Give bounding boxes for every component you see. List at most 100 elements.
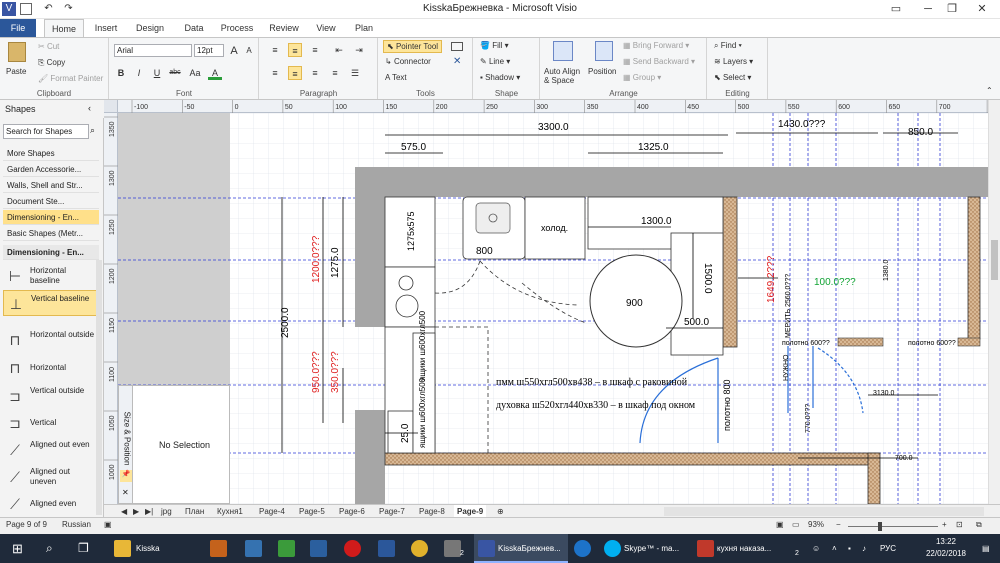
dim-text[interactable]: холод. [541,223,568,233]
dim-text[interactable]: 350.0??? [330,351,341,393]
dim-text[interactable]: полотно 600?? [782,340,830,347]
position-icon[interactable] [595,41,613,61]
master-vertical[interactable]: ⊐ Vertical [3,410,97,436]
macro-icon[interactable]: ▣ [104,520,112,529]
search-icon[interactable]: ⌕ [90,125,95,136]
master-horizontal-outside[interactable]: ⊓ Horizontal outside [3,327,97,353]
font-color-button[interactable]: A [208,66,222,80]
left-wall[interactable] [355,167,385,327]
find-button[interactable]: ⌕ Find ▾ [714,41,742,51]
collapse-ribbon-icon[interactable]: ⌃ [986,86,993,95]
send-backward-button[interactable]: ▦ Send Backward ▾ [623,57,695,66]
dim-text[interactable]: 25.0 [400,423,411,443]
dim-text[interactable]: 1275.0 [330,247,341,278]
app-icon-1[interactable] [210,540,227,557]
chrome-icon[interactable] [411,540,428,557]
dim-text[interactable]: полотно 600?? [908,340,956,347]
close-button[interactable]: ✕ [966,0,998,19]
scroll-thumb[interactable] [991,240,998,280]
dim-text[interactable]: 1380.0 [883,259,890,281]
font-name-field[interactable]: Arial [114,44,192,57]
zoom-in-button[interactable]: + [942,520,947,529]
copy-button[interactable]: ⎘ Copy [38,58,65,68]
more-shapes-button[interactable]: More Shapes [3,146,99,161]
taskbar-item-kisska[interactable]: Kisska [136,534,160,563]
stencil-garden[interactable]: Garden Accessorie... [3,162,99,177]
dim-text[interactable]: 1200.0??? [311,235,322,283]
clock-date[interactable]: 22/02/2018 [914,546,978,563]
left-wall-lower[interactable] [355,410,385,504]
dim-text[interactable]: 575.0 [401,142,426,153]
dim-text[interactable]: 100.0??? [814,277,856,288]
cut-button[interactable]: ✂ Cut [38,42,59,51]
master-vertical-baseline[interactable]: ⊥ Vertical baseline [3,290,97,316]
view-normal-icon[interactable]: ▣ [776,520,784,529]
taskbar-item-kitchen[interactable]: кухня наказа... [717,534,771,563]
dim-text[interactable]: 1430.0??? [778,119,826,130]
fit-page-icon[interactable]: ⊡ [956,520,963,529]
stencil-dimensioning[interactable]: Dimensioning - En... [3,210,99,225]
vertical-scrollbar[interactable] [988,100,1000,504]
master-horizontal-baseline[interactable]: ⊢ Horizontal baseline [3,263,97,289]
align-top-button[interactable]: ≡ [268,43,282,57]
store-icon[interactable] [310,540,327,557]
master-aligned-out-even[interactable]: ⟋ Aligned out even [3,437,97,463]
shapes-scrollbar[interactable] [96,260,102,515]
word-icon[interactable] [378,540,395,557]
tab-plan[interactable]: Plan [348,19,380,37]
tab-review[interactable]: Review [264,19,304,37]
browser-icon[interactable] [697,540,714,557]
dim-text[interactable]: 1275x575 [406,211,416,251]
tab-file[interactable]: File [0,19,36,37]
drawing-canvas[interactable]: 3300.0 575.0 1325.0 1430.0??? 850.0 1300… [118,113,988,504]
auto-align-icon[interactable] [553,41,573,61]
network-icon[interactable]: ▪ [848,534,851,563]
hatched-wall[interactable] [722,196,738,348]
align-center-button[interactable]: ≡ [288,66,302,80]
taskbar-item-visio[interactable]: KisskaБрежнев... [498,534,561,563]
master-aligned-out-uneven[interactable]: ⟋ Aligned out uneven [3,464,97,490]
dim-text[interactable]: 1649.2??? [766,255,777,303]
dim-text[interactable]: ящики ш600хгл500 [418,310,427,381]
paste-icon[interactable] [8,42,26,62]
note-oven[interactable]: духовка ш520хгл440хв330 – в шкаф под окн… [496,400,696,411]
dim-text[interactable]: 1500.0 [702,263,713,294]
bring-forward-button[interactable]: ▦ Bring Forward ▾ [623,41,689,50]
close-panel-icon[interactable]: ✕ [122,488,129,497]
pointer-tool-button[interactable]: ⬉ Pointer Tool [383,40,443,53]
close-tool-icon[interactable]: ✕ [453,56,461,67]
align-right-button[interactable]: ≡ [308,66,322,80]
line-button[interactable]: ✎ Line ▾ [480,57,510,66]
dim-text[interactable]: ящики ш600хгл500 [418,377,427,448]
zoom-level[interactable]: 93% [808,520,824,529]
dim-text[interactable]: НУЖНО [783,354,790,381]
dim-text[interactable]: 850.0 [908,127,933,138]
position-button[interactable]: Position [588,67,616,76]
dim-text[interactable]: 700.0 [895,455,913,462]
dim-text[interactable]: 770.0??? [805,404,812,433]
visio-icon[interactable] [478,540,495,557]
start-button[interactable]: ⊞ [12,534,23,563]
layers-button[interactable]: ≋ Layers ▾ [714,57,753,66]
master-aligned-even[interactable]: ⟋ Aligned even [3,491,97,517]
mail-icon[interactable] [444,540,461,557]
app-icon-2[interactable] [245,540,262,557]
auto-align-button[interactable]: Auto Align & Space [544,67,586,85]
dim-text[interactable]: 2500.0 [280,307,291,338]
dim-text[interactable]: 500.0 [684,317,709,328]
dim-text[interactable]: 3130.0 [873,390,895,397]
search-icon[interactable]: ⌕ [46,534,53,563]
fill-button[interactable]: 🪣 Fill ▾ [480,41,509,50]
tray-arrow-icon[interactable]: ˄ [832,534,837,563]
panel-collapse-icon[interactable]: ‹ [88,103,91,113]
task-view-icon[interactable]: ❐ [78,534,89,563]
select-button[interactable]: ⬉ Select ▾ [714,73,751,82]
floor-plan-drawing[interactable]: 3300.0 575.0 1325.0 1430.0??? 850.0 1300… [118,113,988,504]
taskbar-item-skype[interactable]: Skype™ - ma... [624,534,679,563]
format-painter-button[interactable]: 🖌 Format Painter [38,74,103,83]
language-indicator[interactable]: Russian [62,520,91,529]
decrease-indent-button[interactable]: ⇤ [332,43,346,57]
stencil-walls[interactable]: Walls, Shell and Str... [3,178,99,193]
keyboard-language[interactable]: РУС [880,534,896,563]
top-wall[interactable] [355,167,988,197]
